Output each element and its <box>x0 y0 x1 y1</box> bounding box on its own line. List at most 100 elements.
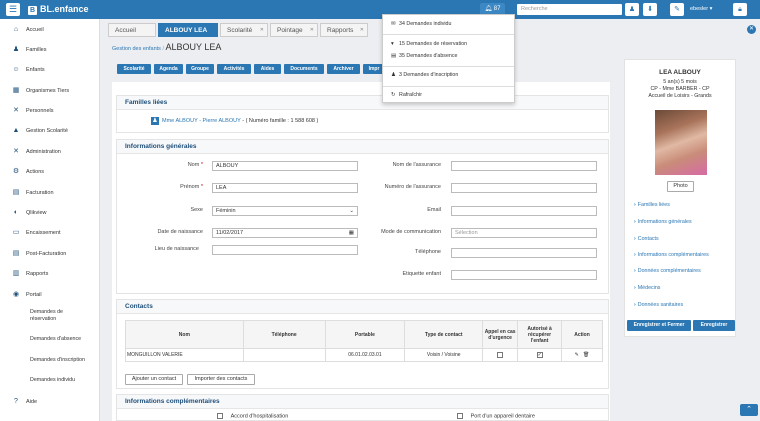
sidebar-subitem-1[interactable]: Demandes d'absence <box>0 336 100 343</box>
save-and-close-button[interactable]: Enregistrer et Fermer <box>627 320 691 331</box>
section-title: Informations générales <box>117 140 608 154</box>
building-icon: ▦ <box>12 87 20 94</box>
mode-communication-select[interactable]: Sélection <box>451 228 597 238</box>
close-icon[interactable]: ✕ <box>260 24 264 37</box>
hamburger-menu-button[interactable]: ☰ <box>6 3 20 16</box>
download-icon: ⬇ <box>647 6 653 13</box>
dropdown-item-rafraichir[interactable]: ↻ Rafraîchir <box>391 92 422 99</box>
subnav-activites[interactable]: Activités <box>217 64 251 74</box>
users-icon: ♟ <box>628 6 636 13</box>
sidebar-item-administration[interactable]: ✕ Administration <box>0 144 100 160</box>
assurance-field[interactable] <box>451 161 597 171</box>
sidebar-subitem-3[interactable]: Demandes individu <box>0 377 100 384</box>
urgence-checkbox[interactable] <box>497 351 504 358</box>
sidebar-item-aide[interactable]: ? Aide <box>0 394 100 410</box>
num-assurance-field[interactable] <box>451 183 597 193</box>
sidebar: ⌂ Accueil ♟ Familles ☺ Enfants ▦ Organismes Tie… <box>0 19 100 421</box>
nom-field[interactable]: ALBOUY <box>212 161 358 171</box>
scroll-top-button[interactable]: ⌃ <box>740 404 758 416</box>
anchor-familles[interactable]: › Familles liées <box>634 202 670 209</box>
sidebar-item-facturation[interactable]: ▤ Facturation <box>0 185 100 201</box>
dropdown-item-demandes-inscription[interactable]: ♟ 3 Demandes d'inscription <box>391 72 458 79</box>
sidebar-item-gestion-scolarit-[interactable]: ▲ Gestion Scolarité <box>0 123 100 139</box>
wrench-icon: ✕ <box>13 107 19 114</box>
table-header-row: Nom Téléphone Portable Type de contact A… <box>125 320 603 349</box>
subnav-groupe[interactable]: Groupe <box>186 64 214 74</box>
help-icon: ? <box>14 398 18 405</box>
edit-icon[interactable]: ✎ <box>575 352 579 358</box>
close-icon[interactable]: ✕ <box>310 24 314 37</box>
anchor-medecins[interactable]: › Médecins <box>634 285 660 292</box>
table-row[interactable]: MONGUILLON VALERIE 06.01.02.03.01 Voisin… <box>125 348 603 362</box>
add-contact-button[interactable]: Ajouter un contact <box>125 374 183 385</box>
dropdown-item-demandes-reservation[interactable]: ▾ 15 Demandes de réservation <box>391 41 467 48</box>
sexe-select[interactable]: Féminin ⌄ <box>212 206 358 216</box>
tab-rapports[interactable]: Rapports ✕ <box>320 23 368 37</box>
sidebar-item-encaissement[interactable]: ▭ Encaissement <box>0 225 100 241</box>
envelope-icon: ✉ <box>391 21 396 27</box>
lock-icon: 🔒︎ <box>738 6 742 13</box>
breadcrumb-parent[interactable]: Gestion des enfants <box>112 46 161 52</box>
sidebar-item-portail[interactable]: ◉ Portail <box>0 287 100 303</box>
appareil-dentaire-checkbox[interactable] <box>457 413 463 419</box>
sidebar-item-organismes-tiers[interactable]: ▦ Organismes Tiers <box>0 83 100 99</box>
download-button[interactable]: ⬇ <box>643 3 657 16</box>
search-input[interactable]: Recherche <box>517 4 622 15</box>
calendar-icon: ▾ <box>391 41 394 47</box>
save-button[interactable]: Enregistrer <box>693 320 735 331</box>
graduation-icon: ▲ <box>12 127 20 134</box>
subnav-aides[interactable]: Aides <box>254 64 281 74</box>
family-link[interactable]: Mme ALBOUY - Pierre ALBOUY <box>162 118 241 124</box>
date-naissance-field[interactable]: 11/02/2017 ▦ <box>212 228 358 238</box>
tab-albouy-lea[interactable]: ALBOUY LEA <box>158 23 218 37</box>
trash-icon[interactable]: 🗑︎ <box>583 352 589 358</box>
sidebar-subitem-2[interactable]: Demandes d'inscription <box>0 357 100 364</box>
tab-pointage[interactable]: Pointage ✕ <box>270 23 318 37</box>
anchor-donnees-complementaires[interactable]: › Données complémentaires <box>634 268 701 275</box>
lieu-naissance-field[interactable] <box>212 245 358 255</box>
dropdown-item-demandes-absence[interactable]: ▤ 35 Demandes d'absence <box>391 53 457 60</box>
calendar-icon[interactable]: ▦ <box>349 229 354 237</box>
hospitalisation-checkbox[interactable] <box>217 413 223 419</box>
sidebar-item-post-facturation[interactable]: ▤ Post-Facturation <box>0 246 100 262</box>
etiquette-field[interactable] <box>451 270 597 280</box>
cog-icon: ⚙ <box>12 168 20 175</box>
prenom-field[interactable]: LEA <box>212 183 358 193</box>
subnav-scolarite[interactable]: Scolarité <box>117 64 151 74</box>
close-icon[interactable]: ✕ <box>360 24 364 37</box>
email-field[interactable] <box>451 206 597 216</box>
autorise-checkbox[interactable]: ✓ <box>536 351 543 358</box>
calendar-x-icon: ▤ <box>391 53 397 59</box>
tab-scolarite[interactable]: Scolarité ✕ <box>220 23 268 37</box>
report-icon: ▥ <box>12 270 20 277</box>
subnav-agenda[interactable]: Agenda <box>154 64 183 74</box>
chevron-right-icon: › <box>634 219 636 225</box>
sidebar-item-actions[interactable]: ⚙ Actions <box>0 164 100 180</box>
subnav-archiver[interactable]: Archiver <box>327 64 360 74</box>
sidebar-subitem-0[interactable]: Demandes de réservation <box>0 309 100 323</box>
sidebar-item-familles[interactable]: ♟ Familles <box>0 42 100 58</box>
anchor-info-complementaires[interactable]: › Informations complémentaires <box>634 252 709 259</box>
anchor-donnees-sanitaires[interactable]: › Données sanitaires <box>634 302 683 309</box>
pencil-icon: ✎ <box>674 6 680 13</box>
sidebar-item-rapports[interactable]: ▥ Rapports <box>0 266 100 282</box>
edit-button[interactable]: ✎ <box>670 3 684 16</box>
import-contacts-button[interactable]: Importer des contacts <box>187 374 255 385</box>
logout-button[interactable]: 🔒︎ <box>733 3 747 16</box>
tab-accueil[interactable]: Accueil <box>108 23 156 37</box>
users-search-button[interactable]: ♟ <box>625 3 639 16</box>
user-menu[interactable]: ebesler ▾ <box>690 3 728 16</box>
sidebar-item-accueil[interactable]: ⌂ Accueil <box>0 22 100 38</box>
sidebar-item-qlikview[interactable]: ◐ Qlikview <box>0 205 100 221</box>
close-all-tabs-button[interactable]: ✕ <box>747 25 756 34</box>
sidebar-item-enfants[interactable]: ☺ Enfants <box>0 62 100 78</box>
anchor-info-generales[interactable]: › Informations générales <box>634 219 692 226</box>
telephone-field[interactable] <box>451 248 597 258</box>
invoice-icon: ▤ <box>12 189 20 196</box>
sidebar-item-personnels[interactable]: ✕ Personnels <box>0 103 100 119</box>
dropdown-item-demandes-individu[interactable]: ✉ 34 Demandes individu <box>391 21 451 28</box>
child-icon: ☺ <box>12 66 20 73</box>
subnav-documents[interactable]: Documents <box>284 64 324 74</box>
photo-button[interactable]: Photo <box>667 181 694 192</box>
anchor-contacts[interactable]: › Contacts <box>634 236 659 243</box>
